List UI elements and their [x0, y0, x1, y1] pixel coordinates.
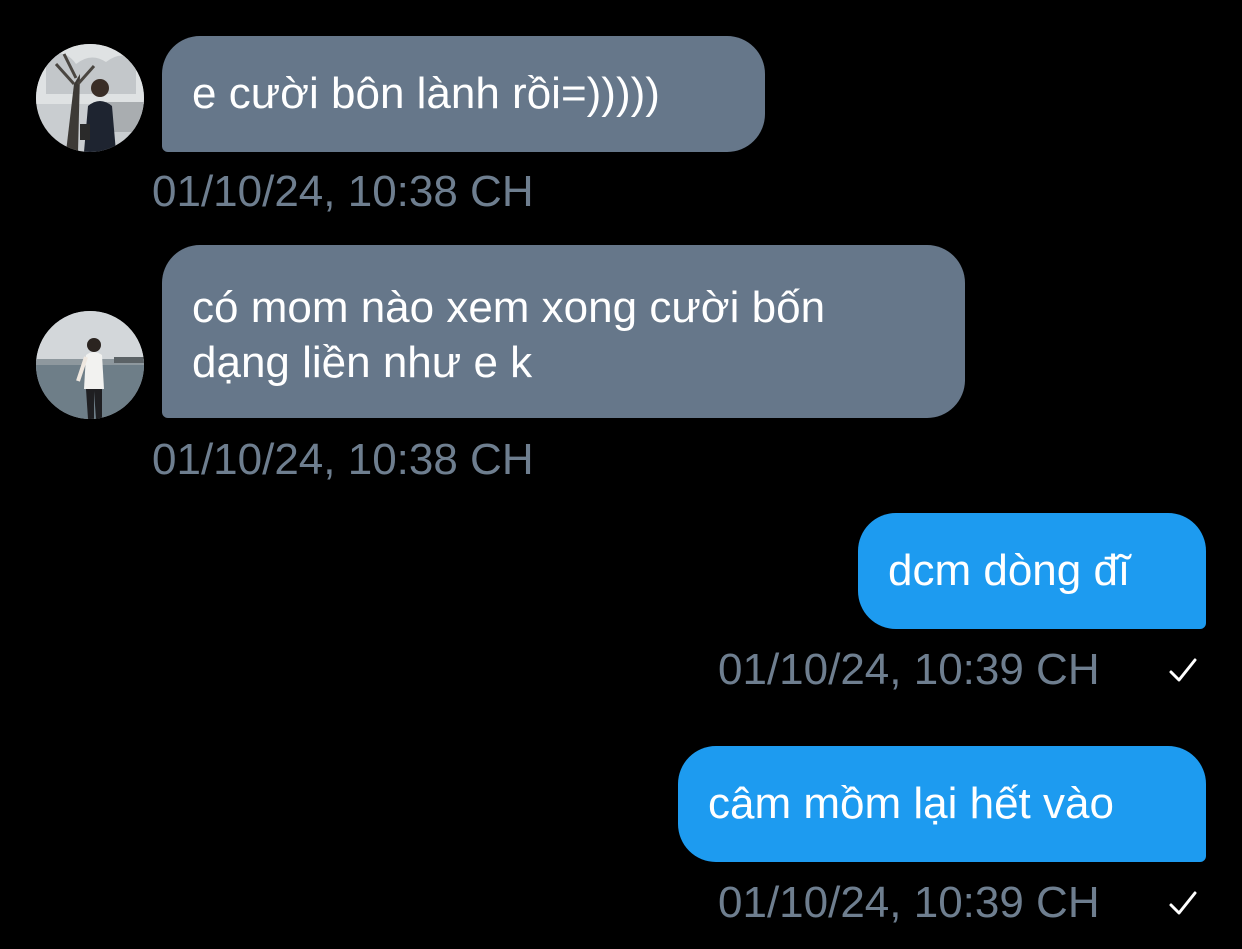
message-timestamp: 01/10/24, 10:38 CH: [152, 167, 534, 216]
message-timestamp: 01/10/24, 10:39 CH: [718, 878, 1100, 927]
message-bubble-incoming[interactable]: e cười bôn lành rồi=))))): [162, 36, 765, 152]
message-text-line: e cười bôn lành rồi=))))): [192, 69, 660, 118]
avatar-photo-tree: [36, 44, 144, 152]
avatar-photo-sea: [36, 311, 144, 419]
message-bubble-outgoing[interactable]: câm mồm lại hết vào: [678, 746, 1206, 862]
message-bubble-incoming[interactable]: có mom nào xem xong cười bốn dạng liền n…: [162, 245, 965, 418]
message-text-line: câm mồm lại hết vào: [708, 779, 1114, 828]
message-text-line: dạng liền như e k: [192, 338, 533, 387]
check-icon: [1166, 887, 1200, 921]
message-timestamp: 01/10/24, 10:39 CH: [718, 645, 1100, 694]
avatar[interactable]: [36, 44, 144, 152]
message-text-line: có mom nào xem xong cười bốn: [192, 283, 826, 332]
message-text-line: dcm dòng đĩ: [888, 546, 1131, 595]
message-timestamp: 01/10/24, 10:38 CH: [152, 435, 534, 484]
message-bubble-outgoing[interactable]: dcm dòng đĩ: [858, 513, 1206, 629]
avatar[interactable]: [36, 311, 144, 419]
check-icon: [1166, 654, 1200, 688]
